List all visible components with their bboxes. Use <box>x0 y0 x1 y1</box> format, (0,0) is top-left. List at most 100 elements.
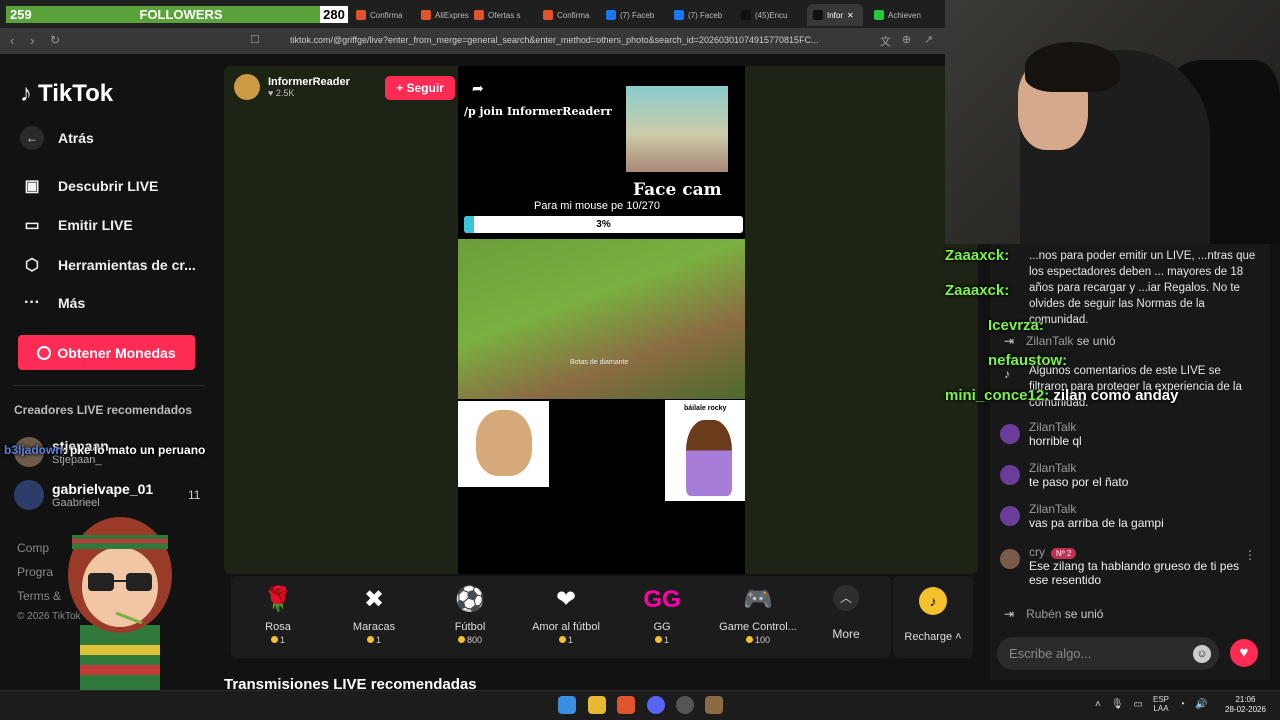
browser-tab[interactable]: Achieven <box>868 4 930 26</box>
divider <box>14 385 206 386</box>
translate-icon[interactable]: 文 <box>880 33 891 49</box>
forward-arrow-icon[interactable]: › <box>30 33 34 48</box>
join-user: ZilanTalk <box>1026 334 1074 348</box>
game-controller-icon: 🎮 <box>743 586 773 613</box>
microphone-icon[interactable]: 🎙 <box>1111 699 1124 710</box>
avatar[interactable] <box>1000 506 1020 526</box>
message-options-icon[interactable]: ⋮ <box>1244 548 1256 562</box>
emoji-icon[interactable]: ☺ <box>1193 645 1211 663</box>
join-text: se unió <box>1076 334 1116 348</box>
gift-name: Maracas <box>352 621 396 633</box>
gift-item[interactable]: 🌹 Rosa 1 <box>233 583 323 645</box>
tab-label: Achieven <box>888 10 921 20</box>
system-tray[interactable]: ˄ 🎙 ▭ ESP LAA ◔ 🔊 <box>1095 695 1208 713</box>
more-label: More <box>832 627 860 641</box>
like-heart-button[interactable]: ♥ <box>1230 639 1258 667</box>
browser-tab[interactable]: (7) Faceb <box>600 4 662 26</box>
avatar[interactable] <box>1000 549 1020 569</box>
language-indicator[interactable]: ESP LAA <box>1153 695 1169 713</box>
anime-figure <box>686 420 732 496</box>
back-icon: ← <box>20 126 44 150</box>
gift-item[interactable]: ❤ Amor al fútbol 1 <box>521 583 611 645</box>
gift-item[interactable]: GG GG 1 <box>617 583 707 645</box>
followers-label: FOLLOWERS <box>139 7 223 22</box>
avatar[interactable] <box>1000 465 1020 485</box>
minecraft-icon[interactable] <box>705 696 723 714</box>
gift-item[interactable]: ✖ Maracas 1 <box>329 583 419 645</box>
tiktok-logo[interactable]: ♪ TikTok <box>20 80 113 108</box>
share-arrow-icon[interactable]: ➦ <box>472 80 484 97</box>
share-page-icon[interactable]: ↗ <box>924 33 933 46</box>
gifts-more-button[interactable]: ︿ More <box>826 585 866 641</box>
volume-icon[interactable]: 🔊 <box>1195 699 1207 710</box>
gift-item[interactable]: ⚽ Fútbol 800 <box>425 583 515 645</box>
browser-tab[interactable]: Confirma <box>350 4 412 26</box>
tray-chevron-icon[interactable]: ˄ <box>1095 699 1101 710</box>
gift-item[interactable]: 🎮 Game Control... 100 <box>713 583 803 645</box>
file-explorer-icon[interactable] <box>588 696 606 714</box>
gift-name: Fútbol <box>454 621 486 633</box>
recharge-button[interactable]: ♪ Recharge ˄ <box>893 576 973 658</box>
gift-price-value: 100 <box>754 635 771 645</box>
brave-browser-icon[interactable] <box>617 696 635 714</box>
host-info[interactable]: InformerReader ♥ 2.5K <box>234 74 350 100</box>
creator-name: gabrielvape_01 <box>52 481 154 497</box>
tab-favicon-icon <box>606 10 616 20</box>
windows-start-icon[interactable] <box>558 696 576 714</box>
tab-label: (45)Encu <box>755 10 788 20</box>
nav-more[interactable]: ··· Más <box>20 291 85 315</box>
url-field[interactable]: tiktok.com/@griffge/live?enter_from_merg… <box>290 35 855 45</box>
chat-user[interactable]: ZilanTalk <box>1029 461 1259 475</box>
nav-broadcast-live[interactable]: ▭ Emitir LIVE <box>20 213 132 237</box>
nav-creator-tools[interactable]: ⬡ Herramientas de cr... <box>20 253 196 277</box>
taskbar-clock[interactable]: 21:06 28-02-2026 <box>1225 695 1266 715</box>
get-coins-button[interactable]: Obtener Monedas <box>18 335 195 370</box>
football-love-icon: ❤ <box>555 586 577 613</box>
gift-price-value: 1 <box>375 635 381 645</box>
browser-tab[interactable]: Infor ✕ <box>807 4 863 26</box>
footer-link-program[interactable]: Progra <box>17 565 53 579</box>
app-icon[interactable] <box>676 696 694 714</box>
close-tab-icon[interactable]: ✕ <box>847 11 854 20</box>
tiktok-note-icon: ♪ <box>1004 367 1010 381</box>
more-dots-icon: ··· <box>24 294 40 311</box>
tab-favicon-icon <box>674 10 684 20</box>
overlay-chat-line: mini_conce12: zilan como anday <box>945 387 1178 404</box>
browser-tab[interactable]: Ofertas s <box>468 4 530 26</box>
gift-price: 1 <box>329 635 419 645</box>
wifi-icon[interactable]: ◔ <box>1179 699 1185 710</box>
cat-face <box>476 410 532 476</box>
browser-tab[interactable]: Confirma <box>537 4 599 26</box>
tab-label: (7) Faceb <box>620 10 655 20</box>
follow-button[interactable]: + Seguir <box>385 76 455 100</box>
chat-user[interactable]: ZilanTalk <box>1029 420 1259 434</box>
gift-price-value: 1 <box>567 635 573 645</box>
overlay-user: b3ljadown <box>4 443 63 457</box>
bookmark-icon[interactable]: ☐ <box>250 33 260 46</box>
windows-taskbar <box>0 690 1280 720</box>
host-likes: 2.5K <box>275 88 295 98</box>
overlay-user: mini_conce12: <box>945 387 1050 404</box>
browser-tab[interactable]: (45)Encu <box>735 4 797 26</box>
chat-input[interactable]: Escribe algo... <box>997 637 1219 670</box>
tab-label: Ofertas s <box>488 10 521 20</box>
browser-tab[interactable]: (7) Faceb <box>668 4 730 26</box>
discord-icon[interactable] <box>647 696 665 714</box>
reload-icon[interactable]: ↻ <box>50 33 60 47</box>
avatar[interactable] <box>1000 424 1020 444</box>
zoom-icon[interactable]: ⊕ <box>902 33 911 46</box>
back-arrow-icon[interactable]: ‹ <box>10 33 14 48</box>
tab-favicon-icon <box>874 10 884 20</box>
chat-user[interactable]: ZilanTalk <box>1029 502 1259 516</box>
nav-discover-live[interactable]: ▣ Descubrir LIVE <box>20 174 158 198</box>
back-button[interactable]: ← Atrás <box>20 126 94 150</box>
gift-name: Rosa <box>265 621 291 633</box>
chat-message: cry Nº 2 Ese zilang ta hablando grueso de … <box>1029 545 1259 587</box>
footer-link-company[interactable]: Comp <box>17 541 49 555</box>
battery-icon[interactable]: ▭ <box>1134 699 1143 710</box>
recharge-label: Recharge <box>904 631 953 643</box>
character-stripe <box>80 665 160 675</box>
chat-user[interactable]: cry Nº 2 <box>1029 545 1259 559</box>
tab-label: AliExpres <box>435 10 469 20</box>
overlay-chat-line: Icevrza: <box>988 317 1044 334</box>
